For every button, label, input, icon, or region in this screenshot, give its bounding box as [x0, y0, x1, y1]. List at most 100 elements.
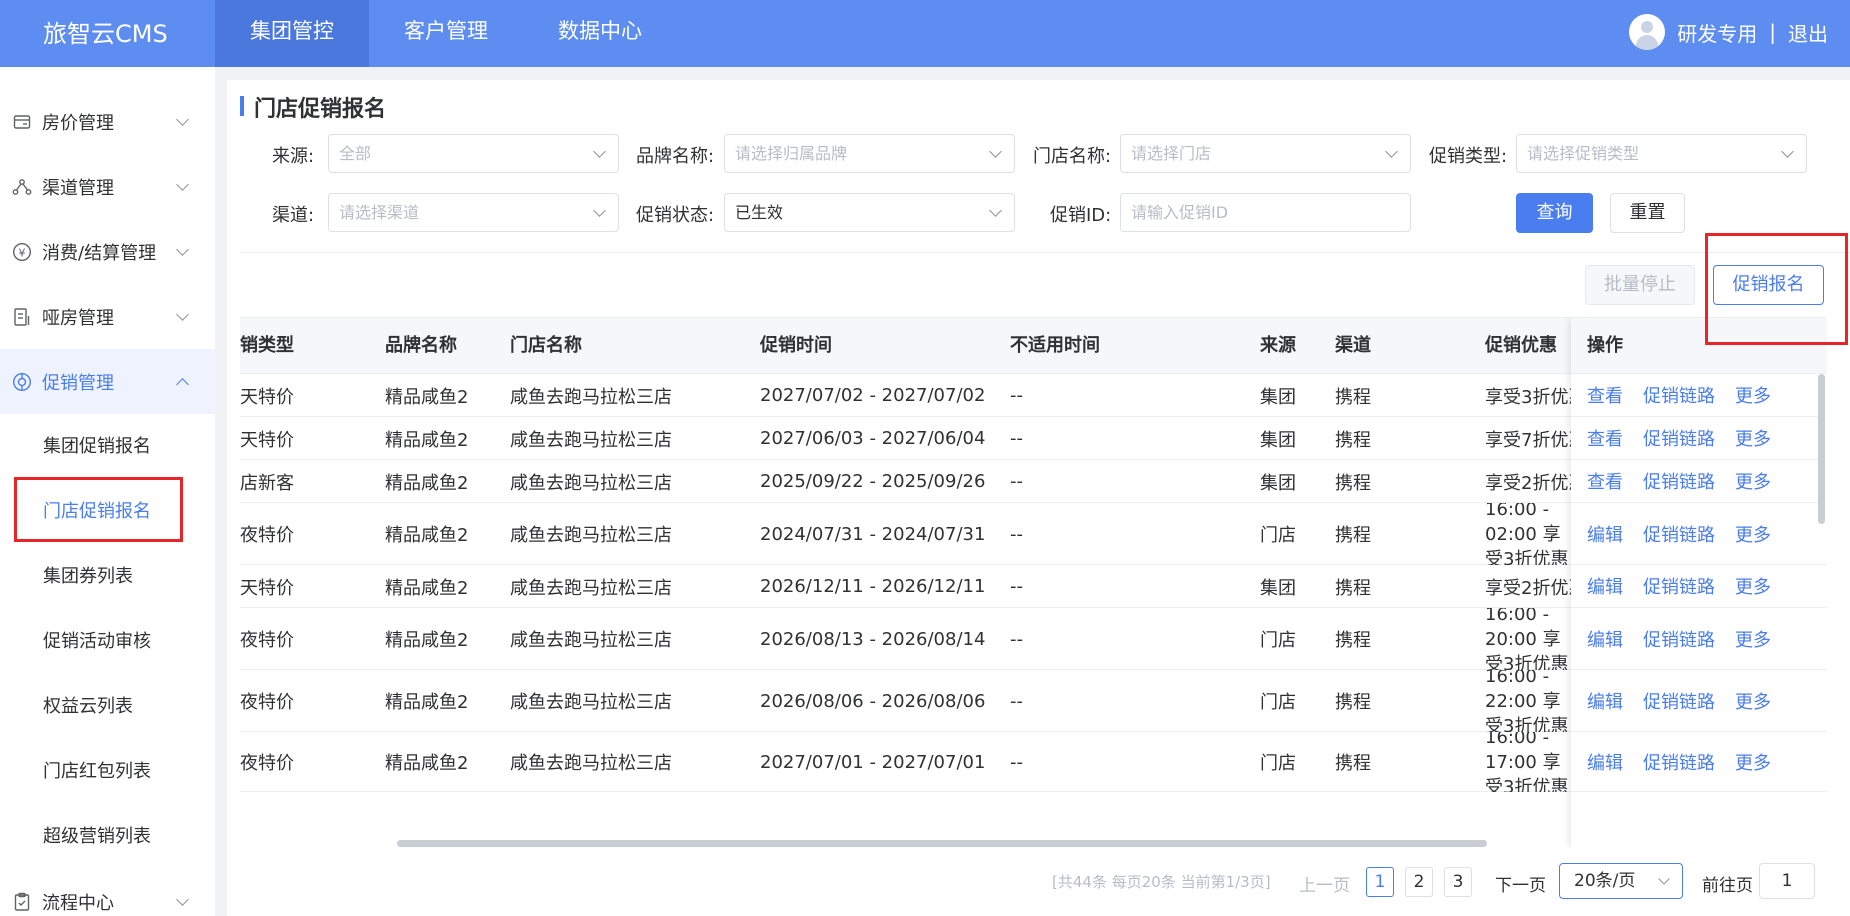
sidebar-subitem-group-coupons[interactable]: 集团券列表: [0, 544, 215, 609]
view-button[interactable]: 查看: [1587, 382, 1623, 408]
col-header-brand: 品牌名称: [385, 335, 457, 356]
edit-button[interactable]: 编辑: [1587, 688, 1623, 714]
vertical-scrollbar[interactable]: [1818, 374, 1825, 524]
page-button-3[interactable]: 3: [1444, 867, 1472, 897]
reset-button[interactable]: 重置: [1610, 193, 1685, 233]
sidebar-item-room-price[interactable]: 房价管理: [0, 89, 215, 154]
sidebar-item-dummy-room[interactable]: 哑房管理: [0, 284, 215, 349]
top-nav-item-customers[interactable]: 客户管理: [369, 0, 523, 67]
more-button[interactable]: 更多: [1735, 382, 1771, 408]
operations-row: 查看 促销链路 更多: [1571, 460, 1827, 503]
horizontal-scrollbar[interactable]: [397, 840, 1487, 847]
edit-button[interactable]: 编辑: [1587, 573, 1623, 599]
cell-store: 咸鱼去跑马拉松三店: [510, 753, 672, 774]
more-button[interactable]: 更多: [1735, 425, 1771, 451]
sidebar-subitem-store-redpacket[interactable]: 门店红包列表: [0, 739, 215, 804]
promo-chain-link[interactable]: 促销链路: [1643, 626, 1715, 652]
more-button[interactable]: 更多: [1735, 468, 1771, 494]
view-button[interactable]: 查看: [1587, 468, 1623, 494]
next-page-button[interactable]: 下一页: [1495, 871, 1546, 896]
promo-chain-link[interactable]: 促销链路: [1643, 688, 1715, 714]
edit-button[interactable]: 编辑: [1587, 626, 1623, 652]
sidebar-item-channels[interactable]: 渠道管理: [0, 154, 215, 219]
sidebar-item-label: 哑房管理: [42, 307, 114, 329]
prev-page-button[interactable]: 上一页: [1299, 871, 1350, 896]
cell-promo-time: 2026/08/13 - 2026/08/14: [760, 628, 986, 650]
col-header-offer: 促销优惠: [1485, 335, 1557, 356]
promo-type-select-placeholder: 请选择促销类型: [1527, 144, 1640, 163]
more-button[interactable]: 更多: [1735, 688, 1771, 714]
cell-channel: 携程: [1335, 577, 1371, 599]
promo-chain-link[interactable]: 促销链路: [1643, 573, 1715, 599]
clipboard-icon: [12, 892, 32, 912]
filter-label-channel: 渠道:: [272, 205, 315, 226]
sidebar-item-promotions[interactable]: 促销管理: [0, 349, 215, 414]
filter-label-store: 门店名称:: [1033, 146, 1112, 167]
cell-excluded-time: --: [1010, 576, 1023, 597]
sidebar-subitem-rights-cloud[interactable]: 权益云列表: [0, 674, 215, 739]
logout-link[interactable]: 退出: [1788, 18, 1828, 47]
col-header-promo-type: 销类型: [240, 335, 294, 356]
sidebar-item-consumption-settlement[interactable]: ¥ 消费/结算管理: [0, 219, 215, 284]
cell-offer: 16:00 - 20:00 享受3折优惠: [1485, 608, 1569, 670]
promo-table: 销类型 品牌名称 门店名称 促销时间 不适用时间 来源 渠道 促销优惠 天特价精…: [240, 317, 1827, 847]
query-button[interactable]: 查询: [1516, 193, 1593, 233]
cell-source: 门店: [1260, 753, 1296, 774]
operations-row: 查看 促销链路 更多: [1571, 374, 1827, 417]
top-nav: 集团管控 客户管理 数据中心: [215, 0, 677, 67]
promo-id-input-placeholder: 请输入促销ID: [1131, 203, 1229, 222]
sidebar-subitem-promo-review[interactable]: 促销活动审核: [0, 609, 215, 674]
channel-select[interactable]: 请选择渠道: [328, 193, 619, 232]
operations-column: 操作 查看 促销链路 更多 查看 促销链路 更多 查看 促销链路 更多 编辑 促销链路 更多 编辑 促销链…: [1571, 318, 1827, 847]
filter-label-source: 来源:: [272, 146, 315, 167]
promo-type-select[interactable]: 请选择促销类型: [1516, 134, 1807, 173]
promo-id-input[interactable]: 请输入促销ID: [1120, 193, 1411, 232]
user-name[interactable]: 研发专用: [1677, 18, 1757, 47]
promo-chain-link[interactable]: 促销链路: [1643, 425, 1715, 451]
page-button-1[interactable]: 1: [1366, 867, 1394, 897]
more-button[interactable]: 更多: [1735, 521, 1771, 547]
chevron-down-icon: [989, 145, 1002, 158]
store-select[interactable]: 请选择门店: [1120, 134, 1411, 173]
promo-icon: [12, 372, 32, 392]
sidebar-item-label: 消费/结算管理: [42, 242, 157, 264]
brand-logo[interactable]: 旅智云CMS: [43, 14, 168, 49]
promo-chain-link[interactable]: 促销链路: [1643, 749, 1715, 775]
source-select[interactable]: 全部: [328, 134, 619, 173]
sidebar-subitem-group-promo-register[interactable]: 集团促销报名: [0, 414, 215, 479]
cell-excluded-time: --: [1010, 628, 1023, 650]
promo-chain-link[interactable]: 促销链路: [1643, 382, 1715, 408]
chevron-down-icon: [593, 204, 606, 217]
top-bar: 旅智云CMS 集团管控 客户管理 数据中心 研发专用 | 退出: [0, 0, 1850, 67]
cell-excluded-time: --: [1010, 523, 1023, 545]
cell-brand: 精品咸鱼2: [385, 472, 469, 494]
cell-brand: 精品咸鱼2: [385, 692, 469, 713]
cell-excluded-time: --: [1010, 428, 1023, 449]
filter-label-brand: 品牌名称:: [636, 146, 715, 167]
more-button[interactable]: 更多: [1735, 573, 1771, 599]
col-header-source: 来源: [1260, 335, 1296, 356]
cell-promo-time: 2024/07/31 - 2024/07/31: [760, 523, 986, 545]
col-header-excluded-time: 不适用时间: [1010, 335, 1100, 356]
edit-button[interactable]: 编辑: [1587, 749, 1623, 775]
promo-chain-link[interactable]: 促销链路: [1643, 468, 1715, 494]
page-size-value: 20条/页: [1574, 871, 1636, 891]
top-nav-item-group-control[interactable]: 集团管控: [215, 0, 369, 67]
chevron-down-icon: [989, 204, 1002, 217]
view-button[interactable]: 查看: [1587, 425, 1623, 451]
page-size-select[interactable]: 20条/页: [1559, 863, 1683, 899]
more-button[interactable]: 更多: [1735, 749, 1771, 775]
cell-source: 集团: [1260, 577, 1296, 599]
status-select[interactable]: 已生效: [724, 193, 1015, 232]
avatar[interactable]: [1629, 14, 1666, 50]
sidebar-subitem-super-marketing[interactable]: 超级营销列表: [0, 804, 215, 869]
goto-page-input[interactable]: 1: [1759, 863, 1815, 899]
sidebar-item-process-center[interactable]: 流程中心: [0, 869, 215, 916]
edit-button[interactable]: 编辑: [1587, 521, 1623, 547]
more-button[interactable]: 更多: [1735, 626, 1771, 652]
batch-stop-button[interactable]: 批量停止: [1585, 265, 1695, 305]
page-button-2[interactable]: 2: [1405, 867, 1433, 897]
promo-chain-link[interactable]: 促销链路: [1643, 521, 1715, 547]
brand-select[interactable]: 请选择归属品牌: [724, 134, 1015, 173]
top-nav-item-data-center[interactable]: 数据中心: [523, 0, 677, 67]
